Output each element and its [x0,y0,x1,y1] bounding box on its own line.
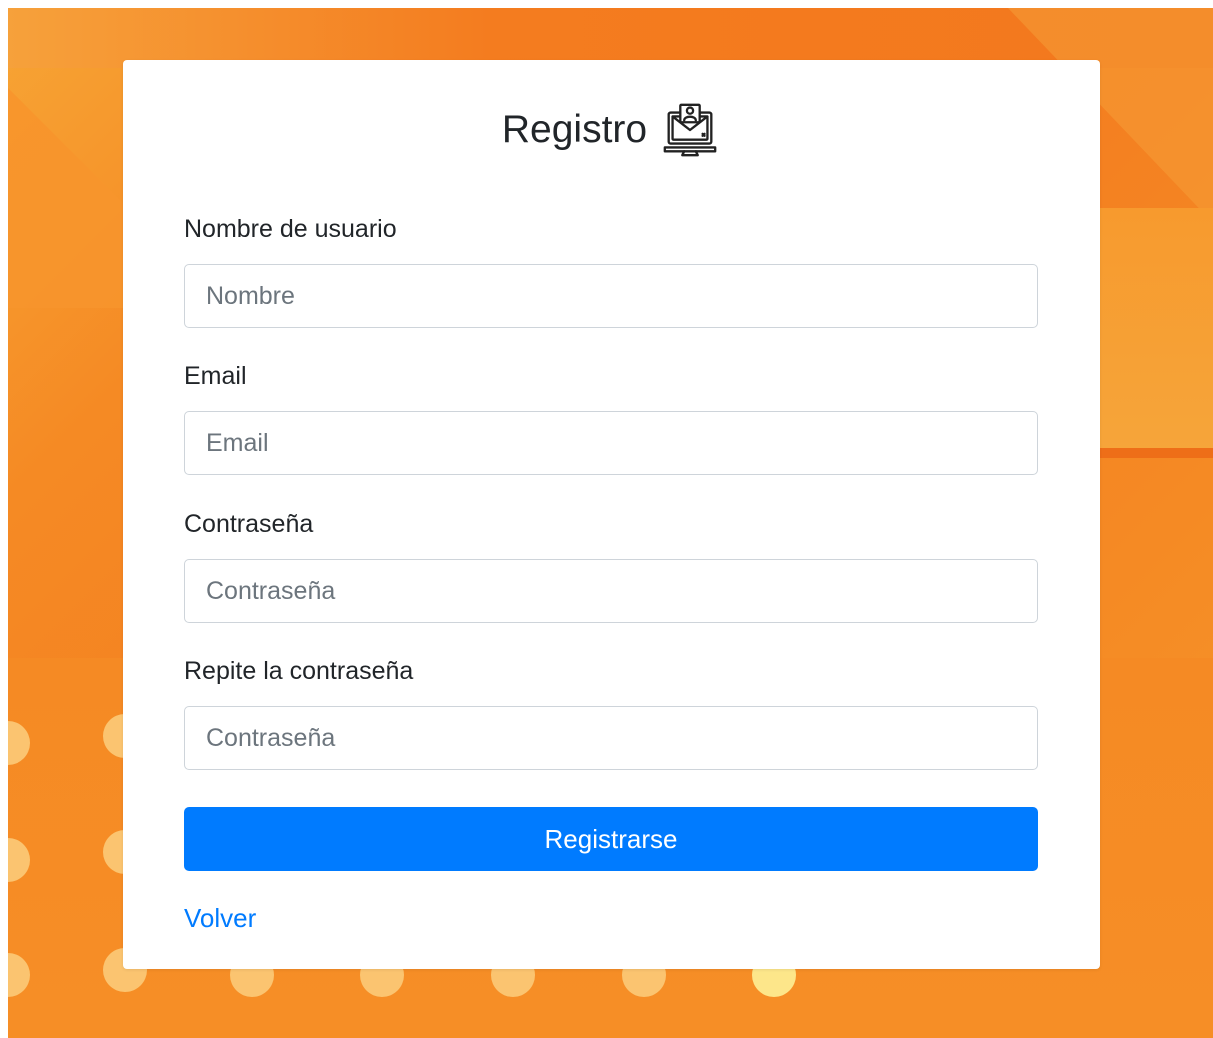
card-header: Registro [123,100,1100,160]
password-label: Contraseña [184,510,314,538]
background-panel [1100,208,1213,453]
page-background: Registro Nombre de usuario Email Contras [8,8,1213,1038]
username-input[interactable] [184,264,1038,328]
password-input[interactable] [184,559,1038,623]
laptop-user-icon [663,103,717,157]
background-stripe [1100,448,1213,458]
email-field-group: Email [184,360,1038,475]
username-field-group: Nombre de usuario [184,213,1038,328]
email-input[interactable] [184,411,1038,475]
repeat-password-label: Repite la contraseña [184,657,414,685]
register-button[interactable]: Registrarse [184,807,1038,871]
repeat-password-field-group: Repite la contraseña [184,655,1038,770]
username-label: Nombre de usuario [184,215,397,243]
repeat-password-input[interactable] [184,706,1038,770]
back-link[interactable]: Volver [184,903,256,934]
password-field-group: Contraseña [184,508,1038,623]
page-title: Registro [501,108,648,151]
email-label: Email [184,362,247,390]
register-card: Registro Nombre de usuario Email Contras [123,60,1100,969]
